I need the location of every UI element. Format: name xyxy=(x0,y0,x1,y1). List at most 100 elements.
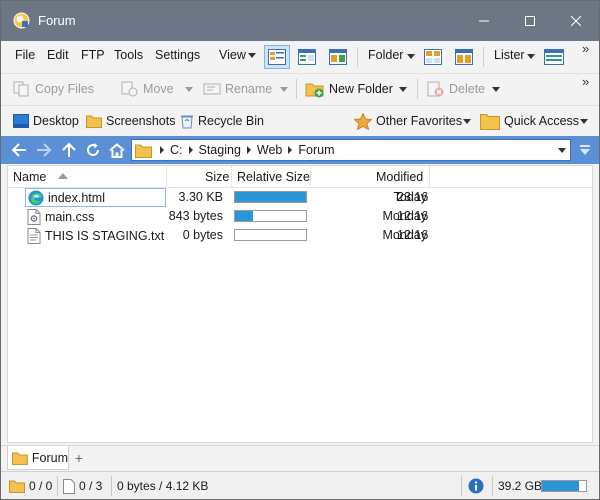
status-divider xyxy=(111,476,112,496)
folder-icon xyxy=(86,115,102,128)
column-size[interactable]: Size xyxy=(205,170,229,184)
breadcrumb-drive[interactable]: C: xyxy=(170,143,183,157)
back-button[interactable] xyxy=(8,140,30,160)
move-button[interactable]: Move xyxy=(121,78,174,100)
file-modified-time: 23:16 xyxy=(397,190,429,204)
folder-dropdown-caret[interactable] xyxy=(407,54,415,59)
file-name-cell[interactable]: THIS IS STAGING.txt xyxy=(25,226,164,245)
rename-dropdown-caret[interactable] xyxy=(280,87,288,92)
move-dropdown-caret[interactable] xyxy=(185,87,193,92)
menu-separator xyxy=(483,47,484,67)
toolbar-separator xyxy=(417,79,418,99)
menu-ftp[interactable]: FTP xyxy=(81,48,105,62)
app-window: Forum File Edit FTP Tools Settings View … xyxy=(0,0,600,500)
quick-access-caret[interactable] xyxy=(580,119,588,124)
delete-dropdown-caret[interactable] xyxy=(492,87,500,92)
css-file-icon xyxy=(27,208,41,225)
info-button[interactable] xyxy=(468,478,484,494)
breadcrumb-forum[interactable]: Forum xyxy=(298,143,334,157)
menu-edit[interactable]: Edit xyxy=(47,48,69,62)
fav-screenshots[interactable]: Screenshots xyxy=(86,111,175,131)
path-field[interactable]: C: Staging Web Forum xyxy=(131,139,571,161)
breadcrumb-separator xyxy=(288,146,293,154)
menu-tools[interactable]: Tools xyxy=(114,48,143,62)
column-relative-size[interactable]: Relative Size xyxy=(237,170,310,184)
folder-tab-forum[interactable]: Forum xyxy=(7,446,69,470)
new-folder-button[interactable]: New Folder xyxy=(305,78,393,100)
column-divider[interactable] xyxy=(429,166,430,188)
forward-button[interactable] xyxy=(33,140,55,160)
refresh-button[interactable] xyxy=(82,140,104,160)
file-row[interactable]: index.html 3.30 KB Today 23:16 xyxy=(8,188,592,207)
file-name: index.html xyxy=(48,190,105,205)
column-divider[interactable] xyxy=(231,166,232,188)
fav-quick-access-label: Quick Access xyxy=(504,114,580,128)
file-row[interactable]: main.css 843 bytes Monday 12:16 xyxy=(8,207,592,226)
forward-arrow-icon xyxy=(37,143,52,157)
file-name-cell[interactable]: index.html xyxy=(25,188,166,207)
folder-icon xyxy=(480,114,500,130)
column-divider[interactable] xyxy=(310,166,311,188)
breadcrumb-web[interactable]: Web xyxy=(257,143,282,157)
up-button[interactable] xyxy=(58,140,80,160)
folder-icon xyxy=(12,452,28,465)
home-button[interactable] xyxy=(106,140,128,160)
minimize-button[interactable] xyxy=(461,1,507,41)
fav-recycle-bin[interactable]: Recycle Bin xyxy=(180,111,264,131)
thumbnail-view-icon[interactable] xyxy=(325,45,351,69)
details-view-icon[interactable] xyxy=(264,45,290,69)
fav-quick-access[interactable]: Quick Access xyxy=(480,111,579,131)
menu-folder[interactable]: Folder xyxy=(368,48,403,62)
address-options-button[interactable] xyxy=(574,140,596,160)
fav-other-favorites[interactable]: Other Favorites xyxy=(354,111,462,131)
rename-button[interactable]: Rename xyxy=(203,78,272,100)
view-dropdown-caret[interactable] xyxy=(248,53,256,58)
column-header: Name Size Relative Size Modified xyxy=(8,166,592,188)
toolbar-overflow-chevron[interactable]: » xyxy=(582,74,589,89)
file-name-cell[interactable]: main.css xyxy=(25,207,94,226)
window-title: Forum xyxy=(38,13,76,28)
other-favorites-caret[interactable] xyxy=(463,119,471,124)
file-name: main.css xyxy=(45,209,95,224)
menu-file[interactable]: File xyxy=(15,48,35,62)
title-bar[interactable]: Forum xyxy=(1,1,599,41)
menu-overflow-chevron[interactable]: » xyxy=(582,41,589,56)
lister-layout-icon[interactable] xyxy=(541,45,567,69)
column-divider[interactable] xyxy=(166,166,167,188)
copy-files-icon xyxy=(13,81,29,97)
copy-files-label: Copy Files xyxy=(35,82,95,96)
breadcrumb-separator xyxy=(160,146,164,154)
maximize-button[interactable] xyxy=(507,1,553,41)
delete-label: Delete xyxy=(449,82,486,96)
new-folder-dropdown-caret[interactable] xyxy=(399,87,407,92)
fav-desktop[interactable]: Desktop xyxy=(13,111,79,131)
delete-button[interactable]: Delete xyxy=(427,78,485,100)
info-icon xyxy=(468,478,484,494)
column-name[interactable]: Name xyxy=(13,170,46,184)
breadcrumb-staging[interactable]: Staging xyxy=(199,143,241,157)
menu-separator xyxy=(357,47,358,67)
move-icon xyxy=(121,81,138,97)
path-history-caret[interactable] xyxy=(558,148,566,153)
file-row[interactable]: THIS IS STAGING.txt 0 bytes Monday 12:16 xyxy=(8,226,592,245)
dual-horizontal-icon[interactable] xyxy=(451,45,477,69)
action-toolbar: Copy Files Move Rename New Folder Delete… xyxy=(1,73,599,104)
sort-ascending-icon xyxy=(58,173,68,179)
copy-files-button[interactable]: Copy Files xyxy=(13,78,94,100)
status-free-space: 39.2 GB xyxy=(498,478,542,494)
menu-lister[interactable]: Lister xyxy=(494,48,525,62)
fav-other-favorites-label: Other Favorites xyxy=(376,114,463,128)
lister-dropdown-caret[interactable] xyxy=(527,54,535,59)
menu-settings[interactable]: Settings xyxy=(155,48,200,62)
power-view-icon[interactable] xyxy=(294,45,320,69)
menu-view[interactable]: View xyxy=(219,48,246,62)
status-bar: 0 / 0 0 / 3 0 bytes / 4.12 KB 39.2 GB xyxy=(1,471,599,499)
column-modified[interactable]: Modified xyxy=(376,170,423,184)
close-button[interactable] xyxy=(553,1,599,41)
dual-vertical-icon[interactable] xyxy=(420,45,446,69)
file-size: 3.30 KB xyxy=(178,190,223,204)
add-tab-button[interactable]: + xyxy=(71,450,87,466)
recycle-bin-icon xyxy=(181,115,193,128)
back-arrow-icon xyxy=(11,143,26,157)
new-folder-label: New Folder xyxy=(329,82,393,96)
